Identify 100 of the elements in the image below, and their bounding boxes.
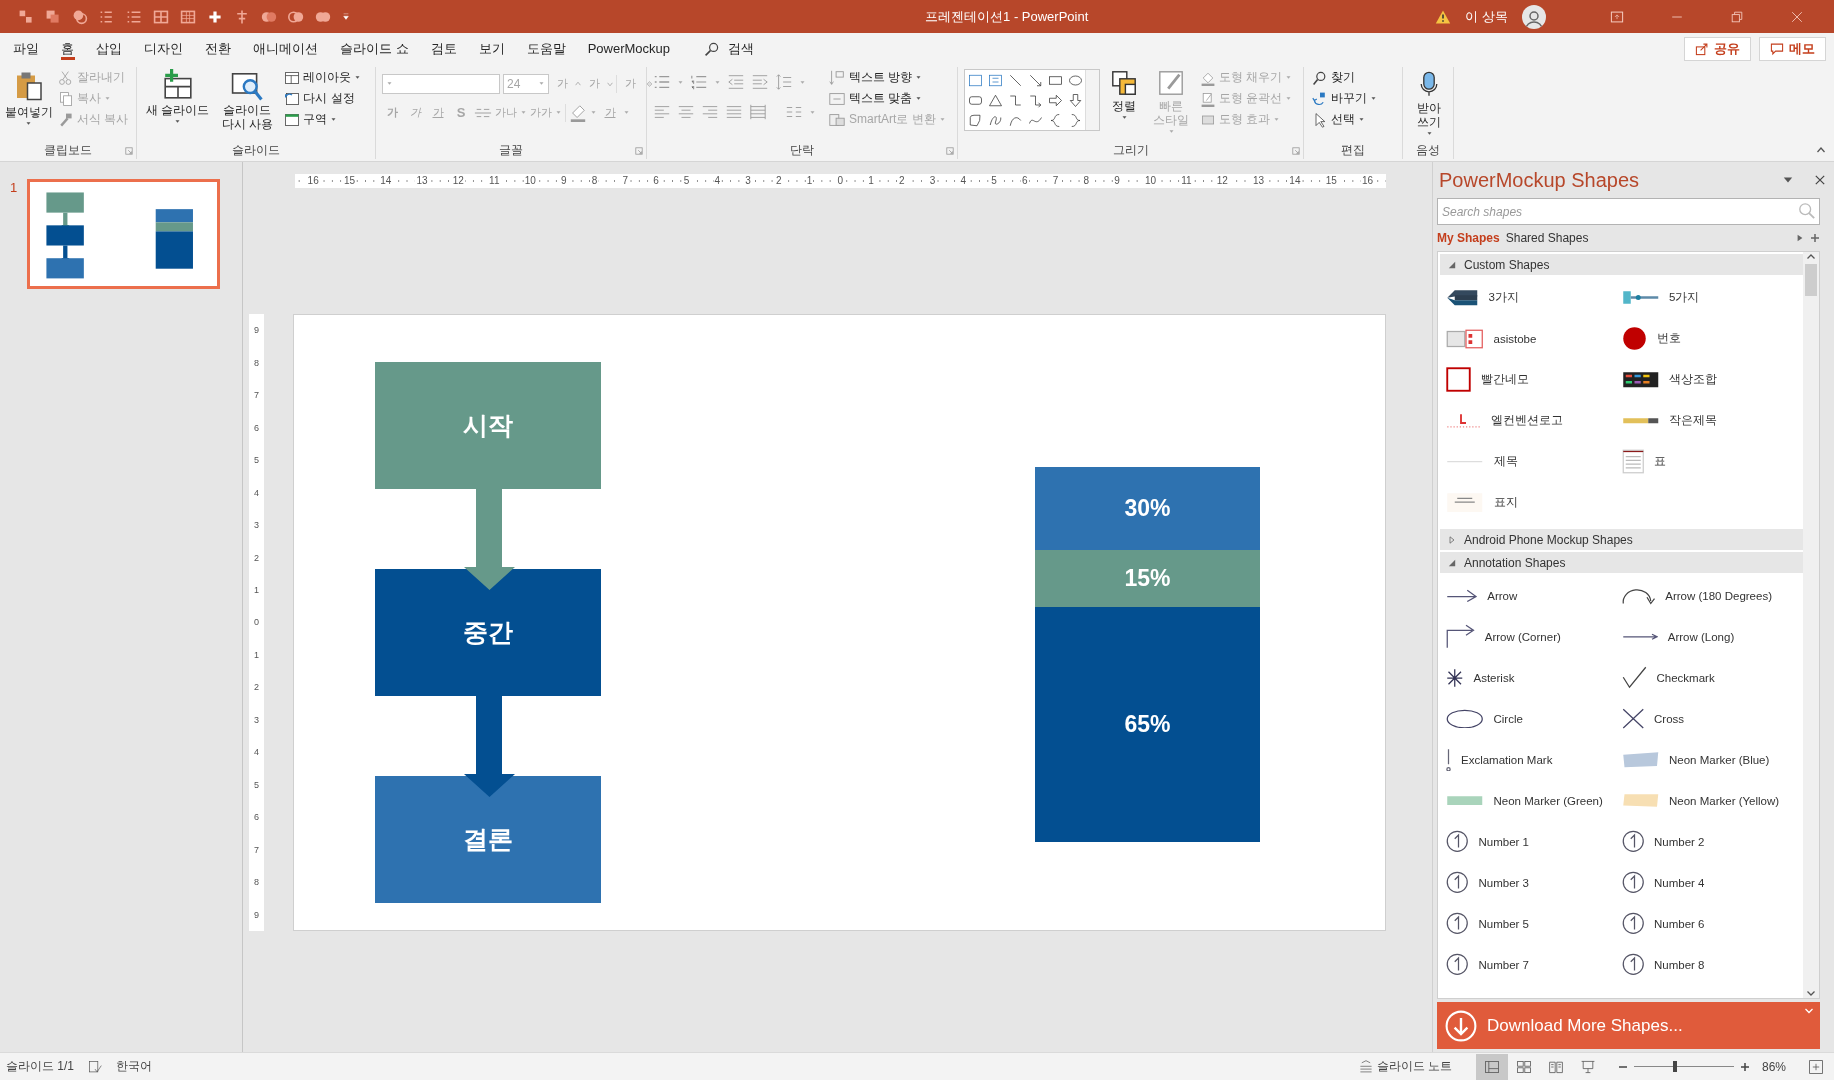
caret-icon (342, 12, 350, 21)
section-header[interactable]: Android Phone Mockup Shapes (1440, 529, 1803, 550)
section-header[interactable]: Custom Shapes (1440, 254, 1803, 275)
find-button[interactable]: 찾기 (1310, 67, 1379, 88)
select-button[interactable]: 선택 (1310, 109, 1379, 130)
shape-item[interactable]: Asterisk (1446, 657, 1622, 698)
shape-item[interactable]: 3가지 (1446, 277, 1622, 318)
reuse-slides-button[interactable]: 슬라이드 다시 사용 (216, 67, 279, 141)
shape-item[interactable]: Checkmark (1621, 657, 1797, 698)
paste-button[interactable]: 붙여넣기 (6, 67, 52, 141)
menu-tab[interactable]: 도움말 (515, 33, 577, 64)
checkmark-icon (1621, 666, 1647, 689)
shape-item[interactable]: Number 8 (1621, 944, 1797, 985)
menu-tab[interactable]: 보기 (467, 33, 516, 64)
pane-tab[interactable]: My Shapes (1437, 231, 1500, 245)
menu-tab[interactable]: 홈 (50, 33, 85, 64)
text-direction-button[interactable]: 텍스트 방향 (826, 67, 948, 88)
replace-button[interactable]: 바꾸기 (1310, 88, 1379, 109)
shape-item[interactable]: 작은제목 (1621, 400, 1797, 441)
slide-thumbnail[interactable] (27, 179, 221, 289)
zoom-level[interactable]: 86% (1761, 1059, 1786, 1074)
font-name-field[interactable] (382, 73, 500, 94)
shape-item[interactable]: Circle (1446, 698, 1622, 739)
logo-icon (1446, 413, 1481, 428)
shape-item[interactable]: 빨간네모 (1446, 359, 1622, 400)
shape-item[interactable]: Neon Marker (Blue) (1621, 739, 1797, 780)
shape-item[interactable]: 표지 (1446, 482, 1622, 523)
shape-item[interactable]: Number 5 (1446, 903, 1622, 944)
share-button[interactable]: 공유 (1684, 36, 1751, 61)
pane-tab[interactable]: Shared Shapes (1505, 231, 1589, 245)
squares-icon (18, 8, 34, 25)
menu-tab[interactable]: 슬라이드 쇼 (329, 33, 420, 64)
search-field[interactable]: Search shapes (1437, 198, 1820, 225)
layout-button[interactable]: 레이아웃 (282, 67, 364, 88)
notes-button[interactable]: 슬라이드 노트 (1358, 1058, 1452, 1075)
shape-item[interactable]: Number 2 (1621, 821, 1797, 862)
line-icon (1007, 72, 1023, 88)
outdent-icon (727, 73, 745, 91)
ruler-number: 4 (713, 176, 722, 186)
align-text-button[interactable]: 텍스트 맞춤 (826, 88, 948, 109)
shape-item[interactable]: Number 6 (1621, 903, 1797, 944)
shape-item[interactable]: 제목 (1446, 441, 1622, 482)
caret-down-icon (607, 80, 613, 87)
shape-item[interactable]: Neon Marker (Yellow) (1621, 780, 1797, 821)
shape-item[interactable]: Number 4 (1621, 862, 1797, 903)
shape-item[interactable]: Exclamation Mark (1446, 739, 1622, 780)
cross-icon (1621, 707, 1644, 730)
caret-icon (538, 81, 545, 86)
shape-item[interactable]: 색상조합 (1621, 359, 1797, 400)
shape-item[interactable]: Arrow (180 Degrees) (1621, 575, 1797, 616)
menu-tab[interactable]: PowerMockup (576, 33, 681, 64)
shape-item[interactable]: Arrow (Long) (1621, 616, 1797, 657)
ruler-number: 2 (253, 552, 260, 563)
caret-icon (174, 119, 182, 124)
indent-icon (751, 73, 769, 91)
menu-tab[interactable]: 디자인 (133, 33, 194, 64)
avatar-icon[interactable] (1522, 4, 1546, 29)
caret-icon (915, 96, 923, 101)
menu-tab[interactable]: 삽입 (85, 33, 133, 64)
new-slide-button[interactable]: 새 슬라이드 (143, 67, 213, 141)
menu-tab[interactable]: 검토 (419, 33, 468, 64)
download-button[interactable]: Download More Shapes... (1437, 1002, 1820, 1049)
shape-gallery[interactable] (964, 69, 1100, 131)
chevron-down-icon (1804, 1006, 1814, 1016)
shape-item[interactable]: 5가지 (1621, 277, 1797, 318)
scrollbar-thumb[interactable] (1805, 264, 1817, 296)
search-icon (1312, 69, 1328, 86)
slider-thumb[interactable] (1672, 1060, 1677, 1072)
section-button[interactable]: 구역 (282, 109, 364, 130)
menu-tab[interactable]: 파일 (2, 33, 50, 64)
user-name: 이 상목 (1465, 7, 1508, 26)
ruler-number: 16 (306, 176, 320, 186)
reset-button[interactable]: 다시 설정 (282, 88, 364, 109)
shape-item[interactable]: Number 7 (1446, 944, 1622, 985)
shape-item[interactable]: Cross (1621, 698, 1797, 739)
shape-item[interactable]: asistobe (1446, 318, 1622, 359)
search-button[interactable]: 검색 (693, 33, 765, 64)
section-header[interactable]: Annotation Shapes (1440, 552, 1803, 573)
caret-icon (938, 117, 946, 122)
spellcheck-icon (88, 1059, 102, 1074)
shape-item[interactable]: 표 (1621, 441, 1797, 482)
shape-item[interactable]: Number 1 (1446, 821, 1622, 862)
shape-item[interactable]: Arrow (Corner) (1446, 616, 1622, 657)
caret-icon (590, 110, 597, 115)
restore-icon (1731, 10, 1743, 23)
shape-item[interactable]: Arrow (1446, 575, 1622, 616)
arrange-button[interactable]: 정렬 (1104, 67, 1144, 141)
shape-item[interactable]: Neon Marker (Green) (1446, 780, 1622, 821)
dictate-button[interactable]: 받아 쓰기 (1409, 67, 1449, 141)
close-button[interactable] (1814, 174, 1826, 186)
shape-item[interactable]: 엘컨벤션로고 (1446, 400, 1622, 441)
ruler-number: 7 (253, 390, 260, 401)
projector-icon (1579, 1058, 1596, 1075)
menu-tab[interactable]: 전환 (194, 33, 242, 64)
shape-item[interactable]: Number 3 (1446, 862, 1622, 903)
ruler-number: 0 (253, 617, 260, 628)
menu-tab[interactable]: 애니메이션 (242, 33, 329, 64)
view-button[interactable] (1475, 1053, 1508, 1080)
comments-button[interactable]: 메모 (1759, 36, 1826, 61)
shape-item[interactable]: 번호 (1621, 318, 1797, 359)
